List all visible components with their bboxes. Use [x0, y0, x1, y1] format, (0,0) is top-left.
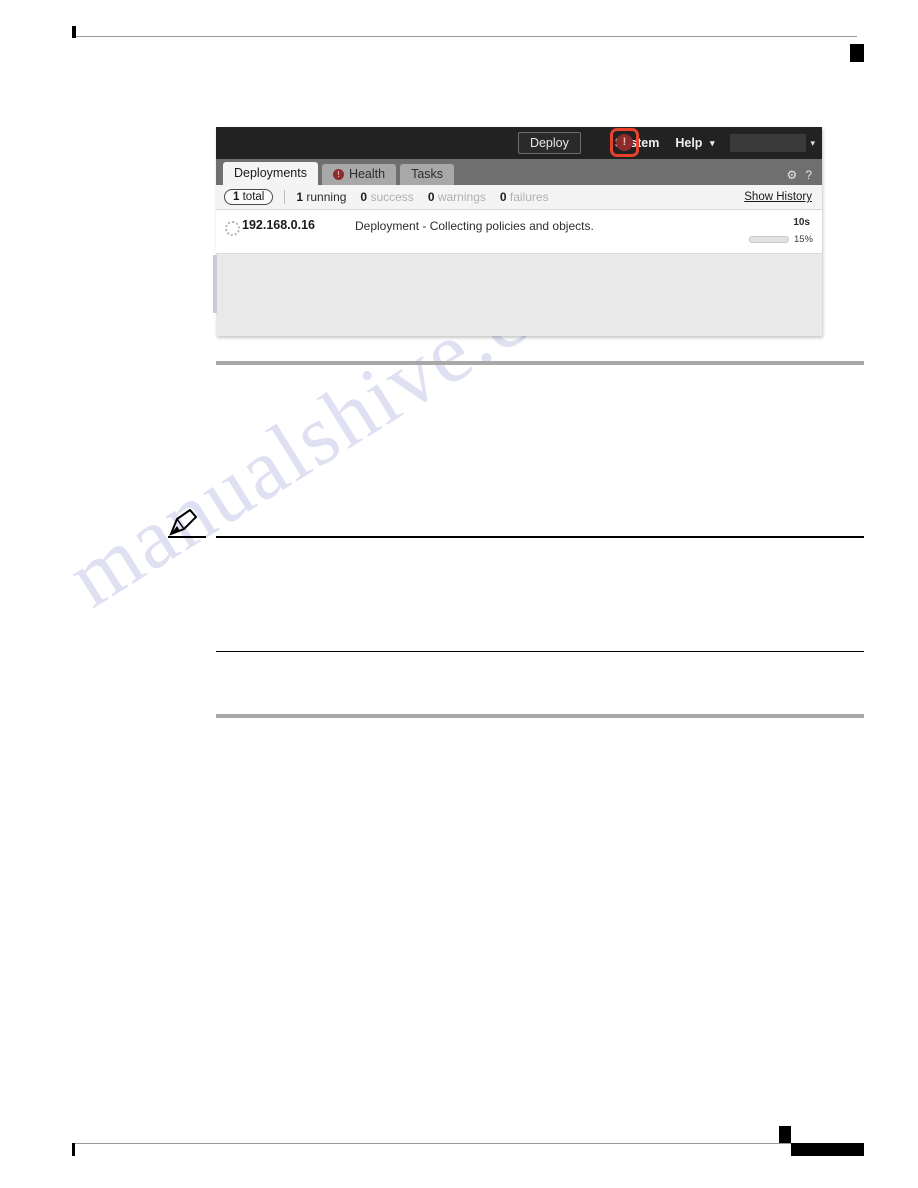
note-pencil-icon	[168, 508, 198, 537]
total-count-value: 1	[233, 191, 240, 203]
health-alert-icon: !	[332, 169, 344, 180]
page-header-tick-right	[850, 44, 864, 62]
question-mark-icon[interactable]: ?	[805, 169, 812, 181]
deployment-status-message: Deployment - Collecting policies and obj…	[355, 219, 594, 233]
tab-tasks[interactable]: Tasks	[400, 164, 455, 185]
deploy-button[interactable]: Deploy	[517, 132, 581, 154]
stat-failures-count: 0	[499, 190, 507, 204]
stat-success: 0 success	[360, 190, 413, 204]
deployment-row[interactable]: 192.168.0.16 Deployment - Collecting pol…	[216, 210, 822, 254]
alert-circle-icon[interactable]: !	[616, 134, 633, 151]
page-header-tick-left	[72, 26, 76, 38]
tab-health[interactable]: ! Health	[321, 164, 397, 185]
tab-deployments[interactable]: Deployments	[223, 162, 318, 185]
gear-icon[interactable]: ⚙	[787, 169, 798, 181]
application-screenshot: Deploy ! System Help ▾ ▾ Deployments ! H…	[213, 127, 822, 336]
stat-warnings: 0 warnings	[428, 190, 486, 204]
progress-percent-label: 15%	[793, 234, 813, 245]
total-count-label: total	[242, 191, 265, 203]
stat-failures: 0 failures	[500, 190, 549, 204]
topbar-help-label: Help	[675, 136, 703, 150]
panel-scrollbar[interactable]	[213, 255, 217, 313]
stat-failures-label: failures	[509, 190, 549, 204]
stats-divider	[284, 190, 286, 204]
page-header-rule	[72, 36, 857, 37]
app-topbar: Deploy ! System Help ▾ ▾	[216, 127, 822, 159]
stat-success-count: 0	[360, 190, 368, 204]
deployment-list: 192.168.0.16 Deployment - Collecting pol…	[216, 210, 822, 254]
stat-success-label: success	[370, 190, 414, 204]
user-menu-field[interactable]	[730, 134, 807, 152]
note-rule-right	[216, 536, 864, 538]
tabstrip-icon-group: ⚙ ?	[787, 169, 812, 181]
panel-empty-area	[216, 254, 822, 336]
tab-health-label: Health	[348, 167, 386, 181]
note-rule-bottom	[216, 651, 864, 652]
spinner-icon	[225, 221, 240, 236]
deployment-elapsed-time: 10s	[793, 217, 810, 228]
panel-tabstrip: Deployments ! Health Tasks ⚙ ?	[216, 159, 822, 185]
total-count-badge: 1 total	[224, 189, 274, 205]
user-chevron-down-icon[interactable]: ▾	[810, 138, 815, 149]
show-history-link[interactable]: Show History	[744, 191, 812, 203]
deployment-stats-bar: 1 total 1 running 0 success 0 warnings 0…	[216, 185, 822, 210]
page-footer-tick-left	[72, 1143, 75, 1156]
page-footer-tick-top	[779, 1126, 791, 1143]
section-rule-bottom	[216, 714, 864, 718]
stat-running: 1 running	[296, 190, 346, 204]
tab-tasks-label: Tasks	[411, 167, 444, 181]
stat-running-label: running	[306, 190, 347, 204]
topbar-help-menu[interactable]: Help ▾	[675, 136, 714, 150]
section-rule-top	[216, 361, 864, 365]
chevron-down-icon: ▾	[709, 138, 715, 149]
page-footer-rule	[72, 1143, 857, 1144]
tab-deployments-label: Deployments	[234, 166, 307, 180]
progress-bar-track	[748, 236, 789, 243]
page-footer-block	[791, 1143, 864, 1156]
stat-warnings-count: 0	[427, 190, 435, 204]
deployment-progress: 15%	[748, 234, 813, 245]
stat-warnings-label: warnings	[437, 190, 486, 204]
deployment-device-name: 192.168.0.16	[242, 218, 315, 232]
stat-running-count: 1	[296, 190, 304, 204]
